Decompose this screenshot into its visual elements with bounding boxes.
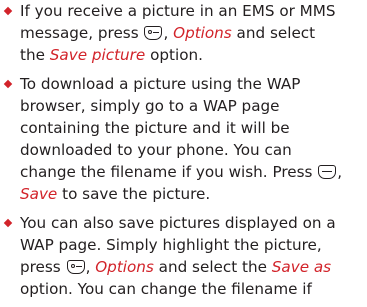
text-line: downloaded to your phone. You can	[20, 141, 292, 159]
list-item-wap-save: You can also save pictures displayed on …	[0, 212, 367, 300]
text-line: WAP page. Simply highlight the picture,	[20, 236, 322, 254]
text-fragment: ,	[85, 258, 96, 276]
text-line: You can also save pictures displayed on …	[20, 214, 336, 232]
text-fragment: the	[20, 46, 50, 64]
text-line: containing the picture and it will be	[20, 119, 290, 137]
right-softkey-icon	[318, 165, 337, 179]
save-as-term: Save as	[271, 258, 332, 276]
left-softkey-icon	[144, 26, 163, 40]
text-fragment: ,	[337, 163, 343, 181]
text-fragment: to save the picture.	[57, 185, 211, 203]
text-fragment: option.	[145, 46, 203, 64]
list-item-ems-mms: If you receive a picture in an EMS or MM…	[0, 0, 367, 66]
save-picture-term: Save picture	[49, 46, 146, 64]
options-term: Options	[173, 24, 232, 42]
bullet-diamond-icon	[3, 79, 13, 89]
text-fragment: message, press	[20, 24, 144, 42]
options-term: Options	[95, 258, 154, 276]
bullet-diamond-icon	[3, 218, 13, 228]
save-term: Save	[20, 185, 58, 203]
text-line: option. You can change the filename if	[20, 280, 312, 298]
text-line: To download a picture using the WAP	[20, 75, 301, 93]
left-softkey-icon	[66, 260, 85, 274]
text-fragment: and select the	[153, 258, 272, 276]
text-fragment: press	[20, 258, 66, 276]
text-fragment: ,	[163, 24, 174, 42]
instruction-list: If you receive a picture in an EMS or MM…	[0, 0, 367, 307]
text-fragment: and select	[231, 24, 316, 42]
text-line: browser, simply go to a WAP page	[20, 97, 280, 115]
text-fragment: change the filename if you wish. Press	[20, 163, 318, 181]
list-item-wap-download: To download a picture using the WAP brow…	[0, 73, 367, 205]
bullet-diamond-icon	[3, 6, 13, 16]
text-line: If you receive a picture in an EMS or MM…	[20, 2, 336, 20]
